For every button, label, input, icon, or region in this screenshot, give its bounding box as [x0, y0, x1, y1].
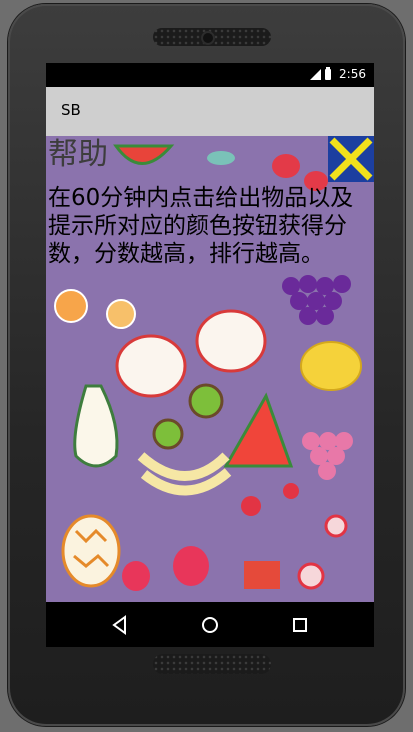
front-camera	[201, 31, 215, 45]
signal-icon	[310, 68, 322, 80]
help-instructions: 在60分钟内点击给出物品以及提示所对应的颜色按钮获得分数，分数越高，排行越高。	[48, 185, 354, 267]
help-content: 帮助 在60分钟内点击给出物品以及提示所对应的颜色按钮获得分数，分数越高，排行越…	[46, 136, 374, 602]
recents-icon[interactable]	[289, 614, 311, 636]
close-button[interactable]	[328, 136, 374, 182]
status-time: 2:56	[339, 67, 366, 81]
phone-frame: 2:56 SB 帮助 在60分钟内点击给出物品以及提示所对应的颜色按钮获得分数，…	[8, 4, 405, 726]
navigation-bar	[46, 602, 374, 647]
battery-icon	[325, 66, 332, 80]
status-bar: 2:56	[46, 63, 374, 87]
app-title: SB	[61, 101, 81, 119]
bottom-speaker	[153, 654, 271, 674]
help-title: 帮助	[48, 137, 108, 172]
back-icon[interactable]	[109, 614, 131, 636]
home-icon[interactable]	[199, 614, 221, 636]
app-bar: SB	[46, 87, 374, 136]
screen: 2:56 SB 帮助 在60分钟内点击给出物品以及提示所对应的颜色按钮获得分数，…	[46, 63, 374, 647]
close-x-icon	[329, 137, 373, 181]
